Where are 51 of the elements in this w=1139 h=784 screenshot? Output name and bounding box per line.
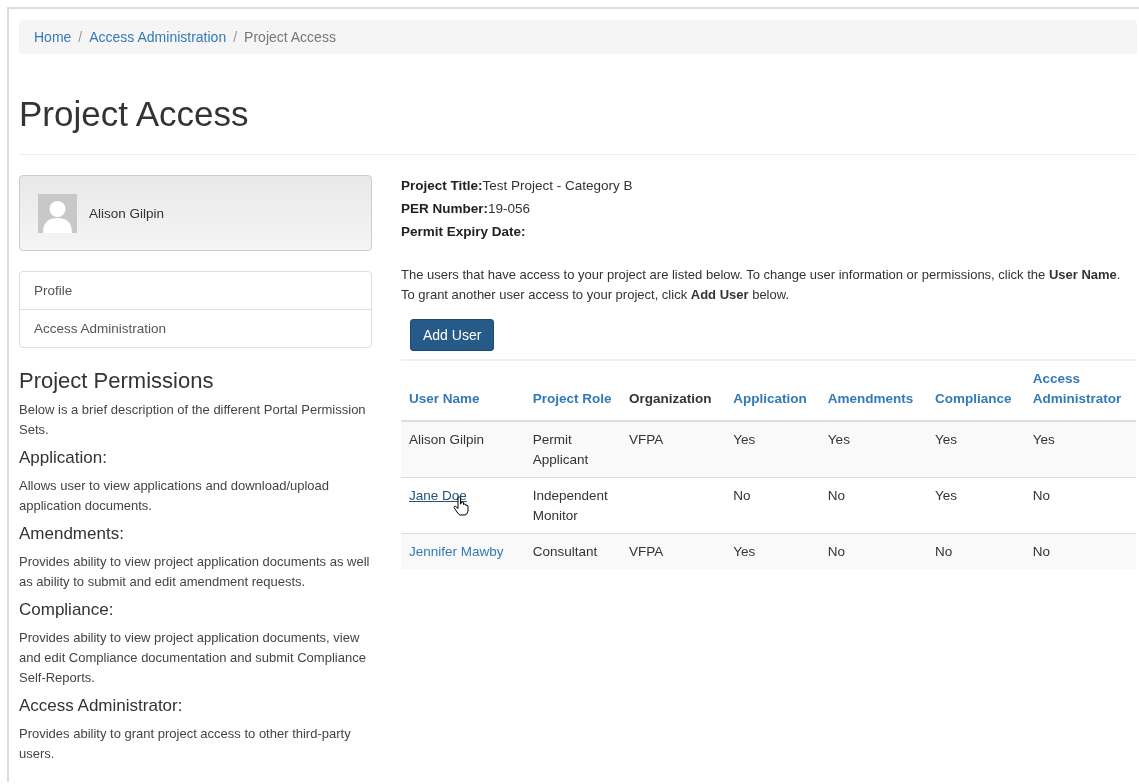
nav-item[interactable]: Access Administration (20, 309, 371, 347)
permission-heading: Compliance: (19, 600, 115, 620)
column-header-link[interactable]: Access Administrator (1032, 369, 1128, 409)
column-header-link[interactable]: User Name (409, 389, 517, 409)
table-cell: VFPA (629, 544, 664, 559)
table-cell: No (1032, 544, 1050, 559)
instructions-text: The users that have access to your project are listed below. To change user information or permissions, click the User Name. To grant another user access to your project, click Add User below. (401, 266, 1122, 304)
permission-description: Provides ability to view project application documents, view and edit Compliance documentation and submit Compliance Self-Reports. (19, 629, 367, 687)
table-cell: Yes (733, 544, 756, 559)
nav-item[interactable]: Profile (20, 272, 371, 309)
breadcrumb-current: Project Access (244, 29, 336, 45)
table-cell: Yes (733, 432, 756, 447)
table-cell: VFPA (629, 432, 664, 447)
table-cell: No (827, 544, 846, 559)
intro-text: Below is a brief description of the different Portal Permission Sets. (19, 401, 367, 439)
table-cell: Independent Monitor (532, 488, 608, 523)
page-title: Project Access (19, 94, 250, 134)
column-header-link[interactable]: Amendments (827, 389, 919, 409)
table-cell: Yes (1032, 432, 1055, 447)
avatar-icon (38, 193, 77, 233)
add-user-button[interactable]: Add User (410, 319, 495, 351)
table-cell: Yes (827, 432, 850, 447)
detail-line: Permit Expiry Date: (401, 223, 527, 241)
permission-heading: Amendments: (19, 524, 125, 544)
column-header-link[interactable]: Project Role (532, 389, 614, 409)
column-header-link[interactable]: Compliance (934, 389, 1017, 409)
breadcrumb-link[interactable]: Access Administration (89, 29, 227, 45)
detail-line: Project Title:Test Project - Category B (401, 177, 634, 195)
section-heading: Project Permissions (19, 368, 215, 394)
table-cell: Permit Applicant (532, 432, 589, 467)
breadcrumb-link[interactable]: Home (34, 29, 72, 45)
permission-heading: Application: (19, 448, 108, 468)
column-header: Organization (629, 391, 712, 406)
permission-description: Provides ability to view project application documents as well as ability to submit and edit amendment requests. (19, 553, 371, 591)
person-name: Alison Gilpin (409, 432, 485, 447)
table-cell: No (1032, 488, 1050, 503)
table-cell: No (827, 488, 846, 503)
breadcrumb-separator: / (233, 29, 238, 45)
permission-description: Provides ability to grant project access to other third-party users. (19, 725, 352, 763)
profile-name: Alison Gilpin (89, 205, 165, 221)
table-cell: Yes (934, 488, 957, 503)
column-header-link[interactable]: Application (733, 389, 812, 409)
breadcrumb-separator: / (78, 29, 83, 45)
detail-line: PER Number:19-056 (401, 200, 532, 218)
permission-description: Allows user to view applications and download/upload application documents. (19, 477, 331, 515)
person-link[interactable]: Jane Doe (409, 488, 467, 503)
permission-heading: Access Administrator: (19, 696, 184, 716)
table-cell: Yes (934, 432, 957, 447)
table-cell: No (733, 488, 751, 503)
table-cell: Consultant (532, 544, 598, 559)
table-cell: No (934, 544, 953, 559)
